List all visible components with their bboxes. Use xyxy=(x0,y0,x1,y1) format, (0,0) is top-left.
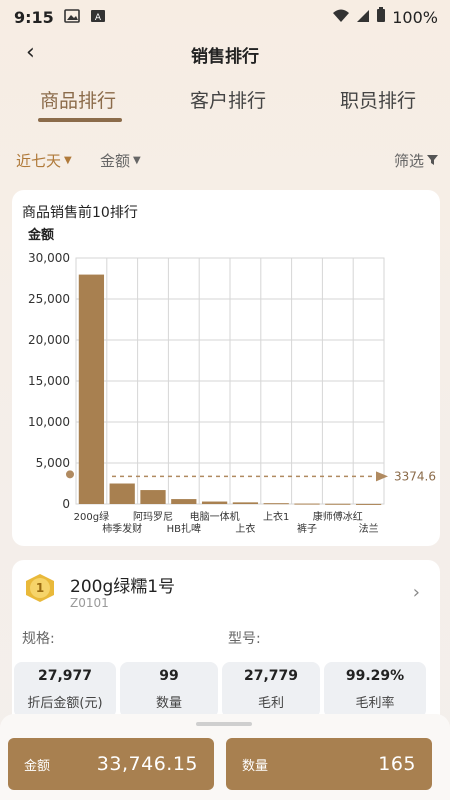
x-tick-label: 电脑一体机 xyxy=(190,510,240,523)
x-tick-label: 柿季发财 xyxy=(102,522,142,535)
average-line-marker xyxy=(66,470,74,479)
total-amount-button[interactable]: 金额 33,746.15 xyxy=(8,738,214,790)
status-time: 9:15 xyxy=(14,7,54,27)
average-line-label: 3374.6 xyxy=(394,469,436,483)
tab-product-ranking[interactable]: 商品排行 xyxy=(40,86,116,113)
y-tick-label: 15,000 xyxy=(28,374,70,388)
filter-row: 近七天 ▼ 金额 ▼ 筛选 xyxy=(0,148,450,172)
stat-value: 27,977 xyxy=(37,668,93,684)
x-tick-label: 阿玛罗尼 xyxy=(133,511,173,523)
total-amount-value: 33,746.15 xyxy=(96,753,198,775)
x-tick-label: 法兰 xyxy=(359,522,379,535)
stat-gross-profit: 27,779 毛利 xyxy=(222,662,320,718)
stat-label: 毛利率 xyxy=(355,696,395,711)
chevron-right-icon[interactable]: › xyxy=(413,582,420,603)
svg-text:A: A xyxy=(95,13,102,23)
drag-handle[interactable] xyxy=(196,722,252,726)
x-tick-label: 裤子 xyxy=(297,522,317,535)
rank-medal-icon: 1 xyxy=(26,574,54,602)
page-title: 销售排行 xyxy=(191,47,259,67)
x-tick-label: HB扎啤 xyxy=(167,522,201,535)
chart-card: 商品销售前10排行 金额 0 5,000 10,000 15,000 20,000 25,… xyxy=(12,190,440,546)
y-tick-label: 20,000 xyxy=(28,333,70,347)
stat-value: 99.29% xyxy=(345,668,405,684)
bar xyxy=(325,503,351,505)
metric-label: 金额 xyxy=(100,152,131,170)
bar xyxy=(171,499,197,504)
metric-dropdown[interactable]: 金额 ▼ xyxy=(100,150,141,171)
battery-icon xyxy=(376,7,386,27)
tab-customer-ranking[interactable]: 客户排行 xyxy=(190,86,266,113)
bar xyxy=(263,503,289,505)
bar xyxy=(201,501,228,504)
x-tick-label: 200g绿 xyxy=(74,510,109,523)
bar xyxy=(232,502,259,504)
signal-icon xyxy=(356,8,370,27)
tab-bar: 商品排行 客户排行 职员排行 xyxy=(0,86,450,126)
bar xyxy=(140,490,166,504)
status-bar: 9:15 A 100% xyxy=(0,0,450,34)
period-dropdown[interactable]: 近七天 ▼ xyxy=(16,150,72,171)
battery-percent: 100% xyxy=(392,7,438,27)
stat-discounted-amount: 27,977 折后金额(元) xyxy=(14,662,116,718)
product-name: 200g绿糯1号 xyxy=(70,577,176,597)
y-tick-label: 10,000 xyxy=(28,415,70,429)
bar xyxy=(355,503,382,505)
caret-down-icon: ▼ xyxy=(64,155,72,166)
app-notification-icon: A xyxy=(90,8,106,27)
x-tick-label: 上衣 xyxy=(235,522,255,535)
y-tick-label: 25,000 xyxy=(28,292,70,306)
average-line-arrow xyxy=(376,471,388,482)
stat-value: 27,779 xyxy=(243,668,299,684)
total-amount-label: 金额 xyxy=(24,758,51,774)
stat-quantity: 99 数量 xyxy=(120,662,218,718)
image-icon xyxy=(63,8,80,27)
filter-button[interactable]: 筛选 xyxy=(394,150,439,171)
filter-icon xyxy=(427,152,439,170)
wifi-icon xyxy=(332,8,350,27)
y-tick-label: 0 xyxy=(62,497,70,511)
stat-gross-margin: 99.29% 毛利率 xyxy=(324,662,426,718)
nav-bar: ‹ 销售排行 xyxy=(0,34,450,74)
x-tick-label: 上衣1 xyxy=(263,510,289,523)
caret-down-icon: ▼ xyxy=(133,155,141,166)
rank-number: 1 xyxy=(30,578,50,598)
bar xyxy=(78,274,105,504)
product-code: Z0101 xyxy=(70,596,109,610)
x-tick-label: 康师傅冰红 xyxy=(313,510,363,523)
spec-label: 规格: xyxy=(22,631,55,647)
total-quantity-value: 165 xyxy=(378,753,416,775)
bar xyxy=(109,483,135,504)
stat-value: 99 xyxy=(159,668,179,684)
stat-label: 毛利 xyxy=(257,696,284,711)
total-quantity-label: 数量 xyxy=(242,758,269,774)
bar-chart: 0 5,000 10,000 15,000 20,000 25,000 30,000 200g… xyxy=(28,251,436,535)
period-label: 近七天 xyxy=(16,152,62,170)
total-quantity-button[interactable]: 数量 165 xyxy=(226,738,432,790)
model-label: 型号: xyxy=(228,631,261,647)
tab-staff-ranking[interactable]: 职员排行 xyxy=(340,86,416,113)
y-tick-label: 30,000 xyxy=(28,251,70,265)
y-tick-label: 5,000 xyxy=(36,456,70,470)
active-tab-indicator xyxy=(38,118,122,122)
stat-label: 折后金额(元) xyxy=(27,696,103,711)
stat-label: 数量 xyxy=(155,696,182,711)
bar xyxy=(294,503,320,505)
filter-label: 筛选 xyxy=(394,152,425,170)
